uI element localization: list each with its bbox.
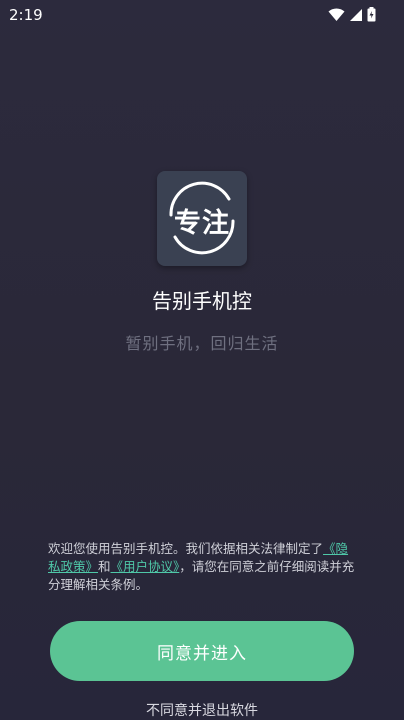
status-bar: 2:19: [0, 0, 404, 32]
status-icons: [328, 7, 376, 22]
app-subtitle: 暂别手机，回归生活: [125, 334, 279, 353]
status-time: 2:19: [9, 6, 43, 24]
app-logo: 专注: [157, 171, 247, 266]
privacy-notice: 欢迎您使用告别手机控。我们依据相关法律制定了《隐私政策》和《用户协议》，请您在同…: [48, 540, 360, 594]
user-agreement-link[interactable]: 《用户协议》: [111, 559, 180, 574]
decline-exit-link[interactable]: 不同意并退出软件: [0, 700, 404, 720]
signal-icon: [350, 8, 362, 21]
wifi-icon: [328, 8, 345, 21]
agree-enter-button[interactable]: 同意并进入: [50, 621, 354, 681]
app-title: 告别手机控: [152, 289, 252, 313]
notice-text-prefix: 欢迎您使用告别手机控。我们依据相关法律制定了: [48, 541, 324, 556]
notice-and: 和: [98, 559, 111, 574]
app-logo-text: 专注: [174, 208, 230, 239]
battery-icon: [367, 7, 376, 22]
agree-button-label: 同意并进入: [157, 643, 247, 664]
